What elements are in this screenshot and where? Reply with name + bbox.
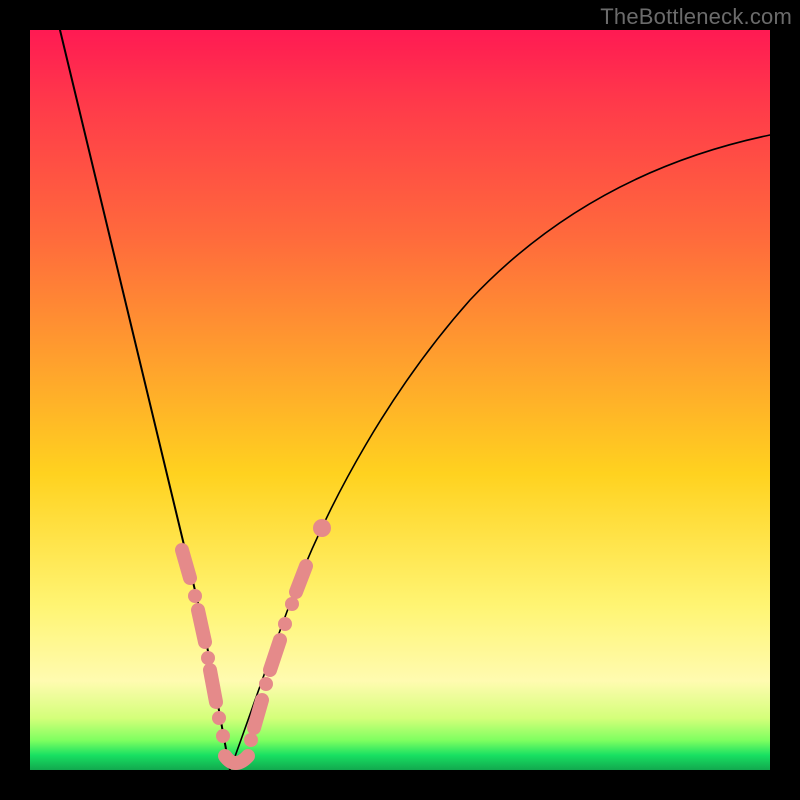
chart-svg xyxy=(30,30,770,770)
marker-dot xyxy=(313,519,331,537)
marker-dot xyxy=(259,677,273,691)
marker-left-seg xyxy=(182,550,190,578)
marker-dot xyxy=(285,597,299,611)
plot-area xyxy=(30,30,770,770)
outer-frame: TheBottleneck.com xyxy=(0,0,800,800)
watermark-text: TheBottleneck.com xyxy=(600,4,792,30)
marker-dot xyxy=(201,651,215,665)
marker-dot xyxy=(212,711,226,725)
marker-dot xyxy=(216,729,230,743)
marker-right-seg xyxy=(254,700,262,728)
marker-right-seg xyxy=(296,566,306,592)
marker-right-seg xyxy=(270,640,280,670)
curve-right xyxy=(230,135,770,770)
marker-dot xyxy=(244,733,258,747)
marker-left-seg xyxy=(210,670,216,702)
marker-valley-floor xyxy=(225,756,248,763)
marker-dot xyxy=(278,617,292,631)
marker-dot xyxy=(188,589,202,603)
marker-left-seg xyxy=(198,610,205,642)
